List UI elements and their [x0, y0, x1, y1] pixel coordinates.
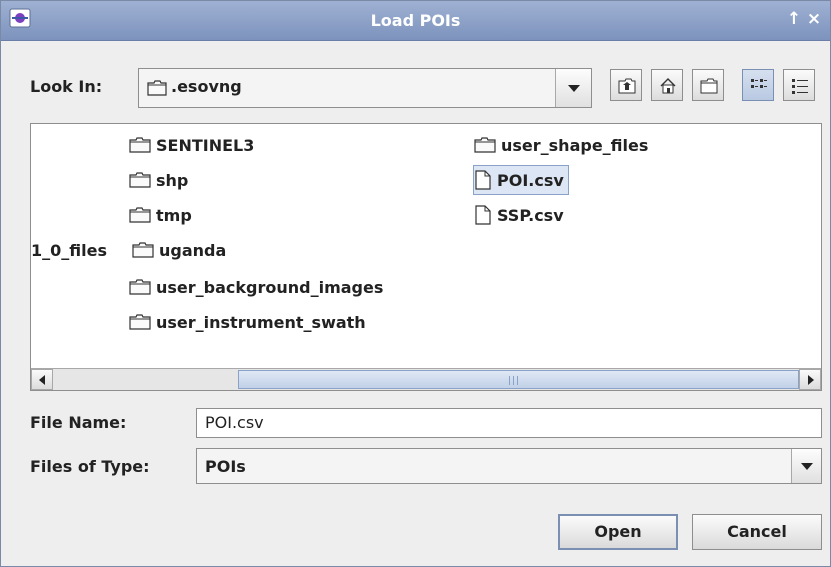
title-bar[interactable]: Load POIs ↑ ×	[1, 1, 830, 41]
folder-icon	[129, 172, 151, 188]
arrow-left-icon	[39, 375, 45, 385]
folder-icon	[129, 314, 151, 330]
list-item[interactable]: SENTINEL3	[129, 131, 254, 159]
file-name-label: File Name:	[30, 413, 127, 432]
file-name: shp	[156, 170, 189, 190]
list-item[interactable]: user_instrument_swath	[129, 308, 366, 336]
folder-icon	[129, 207, 151, 223]
chevron-down-icon	[568, 85, 580, 92]
look-in-dropdown-button[interactable]	[555, 69, 591, 107]
files-of-type-label: Files of Type:	[30, 457, 150, 476]
scrollbar-thumb[interactable]	[238, 370, 799, 389]
list-item[interactable]: user_shape_files	[474, 131, 648, 159]
home-icon	[660, 78, 676, 94]
load-pois-dialog: Load POIs ↑ × Look In: .esovng SENTINEL3…	[0, 0, 831, 567]
look-in-combo[interactable]: .esovng	[138, 68, 592, 108]
files-of-type-value: POIs	[205, 457, 246, 476]
list-item[interactable]: user_background_images	[129, 273, 383, 301]
file-list[interactable]: SENTINEL3 shp tmp 1_0_files uganda user_…	[30, 123, 822, 391]
cancel-button[interactable]: Cancel	[692, 514, 822, 550]
scroll-right-button[interactable]	[799, 369, 821, 390]
new-folder-icon	[700, 78, 718, 94]
file-name: SENTINEL3	[156, 135, 255, 155]
list-item[interactable]: 1_0_files uganda	[31, 236, 226, 264]
file-name-field[interactable]: POI.csv	[196, 408, 822, 438]
folder-icon	[129, 279, 151, 295]
grip-icon	[509, 376, 518, 385]
files-of-type-dropdown-button[interactable]	[791, 449, 821, 483]
file-name: user_background_images	[156, 277, 384, 297]
file-name: uganda	[159, 240, 227, 260]
file-name: tmp	[156, 205, 192, 225]
up-one-level-button[interactable]	[610, 69, 642, 101]
file-name: user_shape_files	[501, 135, 649, 155]
details-view-icon	[792, 79, 808, 94]
folder-icon	[147, 80, 167, 96]
details-view-button[interactable]	[783, 69, 815, 101]
file-icon	[475, 170, 491, 190]
file-name: POI.csv	[497, 170, 564, 190]
up-folder-icon	[618, 78, 636, 94]
horizontal-scrollbar[interactable]	[31, 368, 821, 390]
list-view-icon	[751, 79, 767, 88]
files-of-type-combo[interactable]: POIs	[196, 448, 822, 484]
list-item-selected[interactable]: POI.csv	[473, 165, 569, 195]
file-name-fragment: 1_0_files	[31, 240, 107, 260]
list-item[interactable]: SSP.csv	[474, 201, 564, 229]
file-icon	[475, 205, 491, 225]
chevron-down-icon	[801, 463, 813, 470]
file-name: SSP.csv	[497, 205, 564, 225]
maximize-icon[interactable]: ↑	[784, 9, 804, 29]
look-in-label: Look In:	[30, 77, 103, 96]
file-name: user_instrument_swath	[156, 312, 366, 332]
folder-icon	[132, 242, 154, 258]
folder-icon	[474, 137, 496, 153]
arrow-right-icon	[808, 375, 814, 385]
home-button[interactable]	[651, 69, 683, 101]
open-button[interactable]: Open	[558, 514, 678, 550]
scroll-left-button[interactable]	[31, 369, 53, 390]
list-view-button[interactable]	[742, 69, 774, 101]
close-icon[interactable]: ×	[804, 9, 824, 29]
folder-icon	[129, 137, 151, 153]
list-item[interactable]: tmp	[129, 201, 192, 229]
window-title: Load POIs	[370, 11, 461, 30]
list-item[interactable]: shp	[129, 166, 188, 194]
new-folder-button[interactable]	[692, 69, 724, 101]
look-in-value: .esovng	[171, 77, 242, 96]
